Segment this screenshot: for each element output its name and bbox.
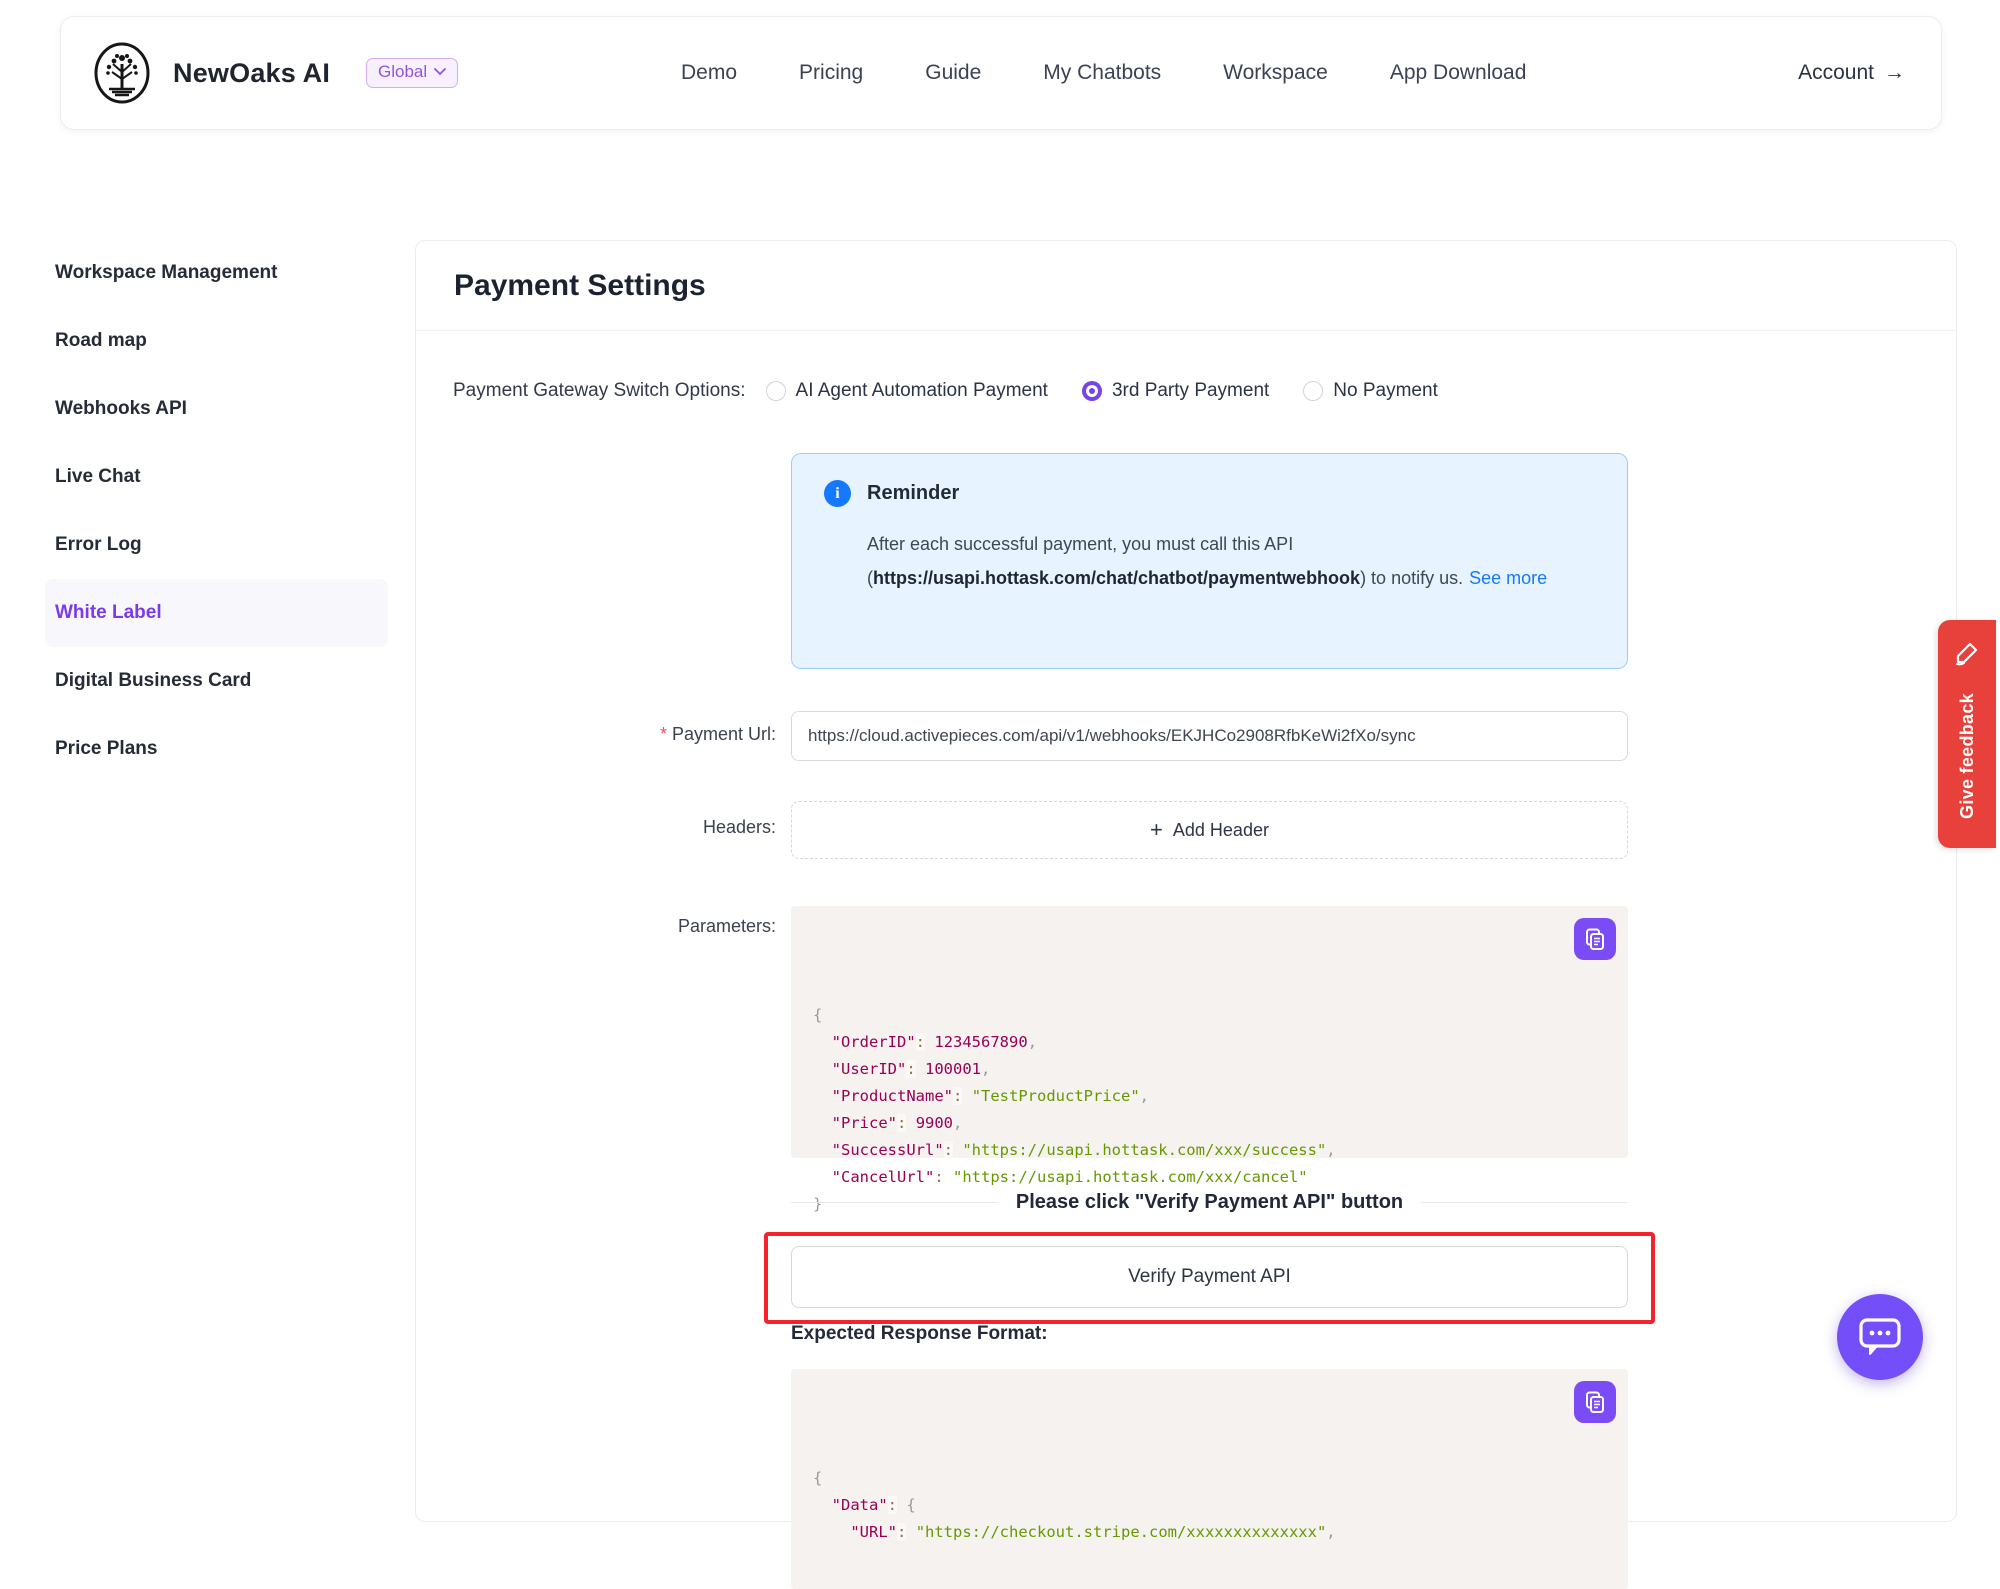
arrow-right-icon: → <box>1884 61 1905 85</box>
payment-settings-panel: Payment Settings Payment Gateway Switch … <box>415 240 1957 1522</box>
give-feedback-label: Give feedback <box>1957 693 1978 819</box>
reminder-body: After each successful payment, you must … <box>867 527 1572 595</box>
radio-circle-icon[interactable] <box>1082 381 1102 401</box>
reminder-alert: i Reminder After each successful payment… <box>791 453 1628 669</box>
nav-item-pricing[interactable]: Pricing <box>799 61 863 85</box>
sidebar-item-error-log[interactable]: Error Log <box>45 511 388 579</box>
reminder-title: Reminder <box>867 482 959 505</box>
expected-response-label: Expected Response Format: <box>791 1323 1048 1345</box>
gateway-options: AI Agent Automation Payment 3rd Party Pa… <box>766 380 1438 402</box>
radio-no-payment[interactable]: No Payment <box>1303 380 1438 402</box>
verify-payment-api-button[interactable]: Verify Payment API <box>791 1246 1628 1308</box>
plus-icon: + <box>1150 819 1163 841</box>
gateway-switch-label: Payment Gateway Switch Options: <box>453 380 746 402</box>
gateway-switch-row: Payment Gateway Switch Options: AI Agent… <box>453 371 1438 411</box>
panel-header: Payment Settings <box>416 241 1956 331</box>
add-header-button[interactable]: + Add Header <box>791 801 1628 859</box>
sidebar-item-road-map[interactable]: Road map <box>45 307 388 375</box>
nav-item-demo[interactable]: Demo <box>681 61 737 85</box>
payment-url-label: *Payment Url: <box>438 724 776 745</box>
copy-response-button[interactable] <box>1574 1381 1616 1423</box>
page-title: Payment Settings <box>454 269 706 303</box>
copy-parameters-button[interactable] <box>1574 918 1616 960</box>
region-selector[interactable]: Global <box>366 58 458 88</box>
verify-hint-text: Please click "Verify Payment API" button <box>998 1191 1421 1214</box>
reminder-webhook-url: https://usapi.hottask.com/chat/chatbot/p… <box>873 568 1360 588</box>
divider-line <box>1421 1202 1628 1203</box>
required-asterisk: * <box>660 724 667 744</box>
nav-item-my-chatbots[interactable]: My Chatbots <box>1043 61 1161 85</box>
verify-hint-divider: Please click "Verify Payment API" button <box>791 1191 1628 1214</box>
sidebar-item-workspace-management[interactable]: Workspace Management <box>45 239 388 307</box>
nav-item-guide[interactable]: Guide <box>925 61 981 85</box>
response-code-block: { "Data": { "URL": "https://checkout.str… <box>791 1369 1628 1589</box>
give-feedback-tab[interactable]: Give feedback <box>1938 620 1996 848</box>
brand-name: NewOaks AI <box>173 17 330 129</box>
headers-label: Headers: <box>438 817 776 838</box>
chevron-down-icon <box>434 68 446 76</box>
tree-logo-icon <box>91 42 153 104</box>
see-more-link[interactable]: See more <box>1469 568 1547 588</box>
nav-item-app-download[interactable]: App Download <box>1390 61 1527 85</box>
divider-line <box>791 1202 998 1203</box>
sidebar-item-white-label[interactable]: White Label <box>45 579 388 647</box>
region-label: Global <box>378 62 427 82</box>
sidebar-item-digital-business-card[interactable]: Digital Business Card <box>45 647 388 715</box>
account-label: Account <box>1798 61 1874 85</box>
copy-icon <box>1584 1391 1606 1413</box>
add-header-label: Add Header <box>1173 820 1269 841</box>
radio-circle-icon[interactable] <box>1303 381 1323 401</box>
radio-label: No Payment <box>1333 380 1438 402</box>
sidebar-item-price-plans[interactable]: Price Plans <box>45 715 388 783</box>
brand-logo[interactable] <box>91 42 153 104</box>
payment-url-input[interactable] <box>791 711 1628 761</box>
copy-icon <box>1584 928 1606 950</box>
sidebar: Workspace Management Road map Webhooks A… <box>45 239 388 783</box>
sidebar-item-live-chat[interactable]: Live Chat <box>45 443 388 511</box>
sidebar-item-webhooks-api[interactable]: Webhooks API <box>45 375 388 443</box>
parameters-code-block: { "OrderID": 1234567890, "UserID": 10000… <box>791 906 1628 1158</box>
radio-circle-icon[interactable] <box>766 381 786 401</box>
pencil-icon <box>1954 640 1980 671</box>
chat-widget-launcher[interactable] <box>1837 1294 1923 1380</box>
nav-item-workspace[interactable]: Workspace <box>1223 61 1328 85</box>
chat-bubble-icon <box>1857 1316 1903 1358</box>
radio-label: 3rd Party Payment <box>1112 380 1269 402</box>
radio-3rd-party-payment[interactable]: 3rd Party Payment <box>1082 380 1269 402</box>
main-nav: Demo Pricing Guide My Chatbots Workspace… <box>681 17 1526 129</box>
top-navbar: NewOaks AI Global Demo Pricing Guide My … <box>60 16 1942 130</box>
info-icon: i <box>824 480 851 507</box>
account-link[interactable]: Account → <box>1798 17 1905 129</box>
reminder-text-post: ) to notify us. <box>1360 568 1463 588</box>
parameters-label: Parameters: <box>438 916 776 937</box>
radio-ai-agent-automation-payment[interactable]: AI Agent Automation Payment <box>766 380 1048 402</box>
radio-label: AI Agent Automation Payment <box>796 380 1048 402</box>
page: { "brand": { "name": "NewOaks AI", "regi… <box>0 0 2000 1453</box>
